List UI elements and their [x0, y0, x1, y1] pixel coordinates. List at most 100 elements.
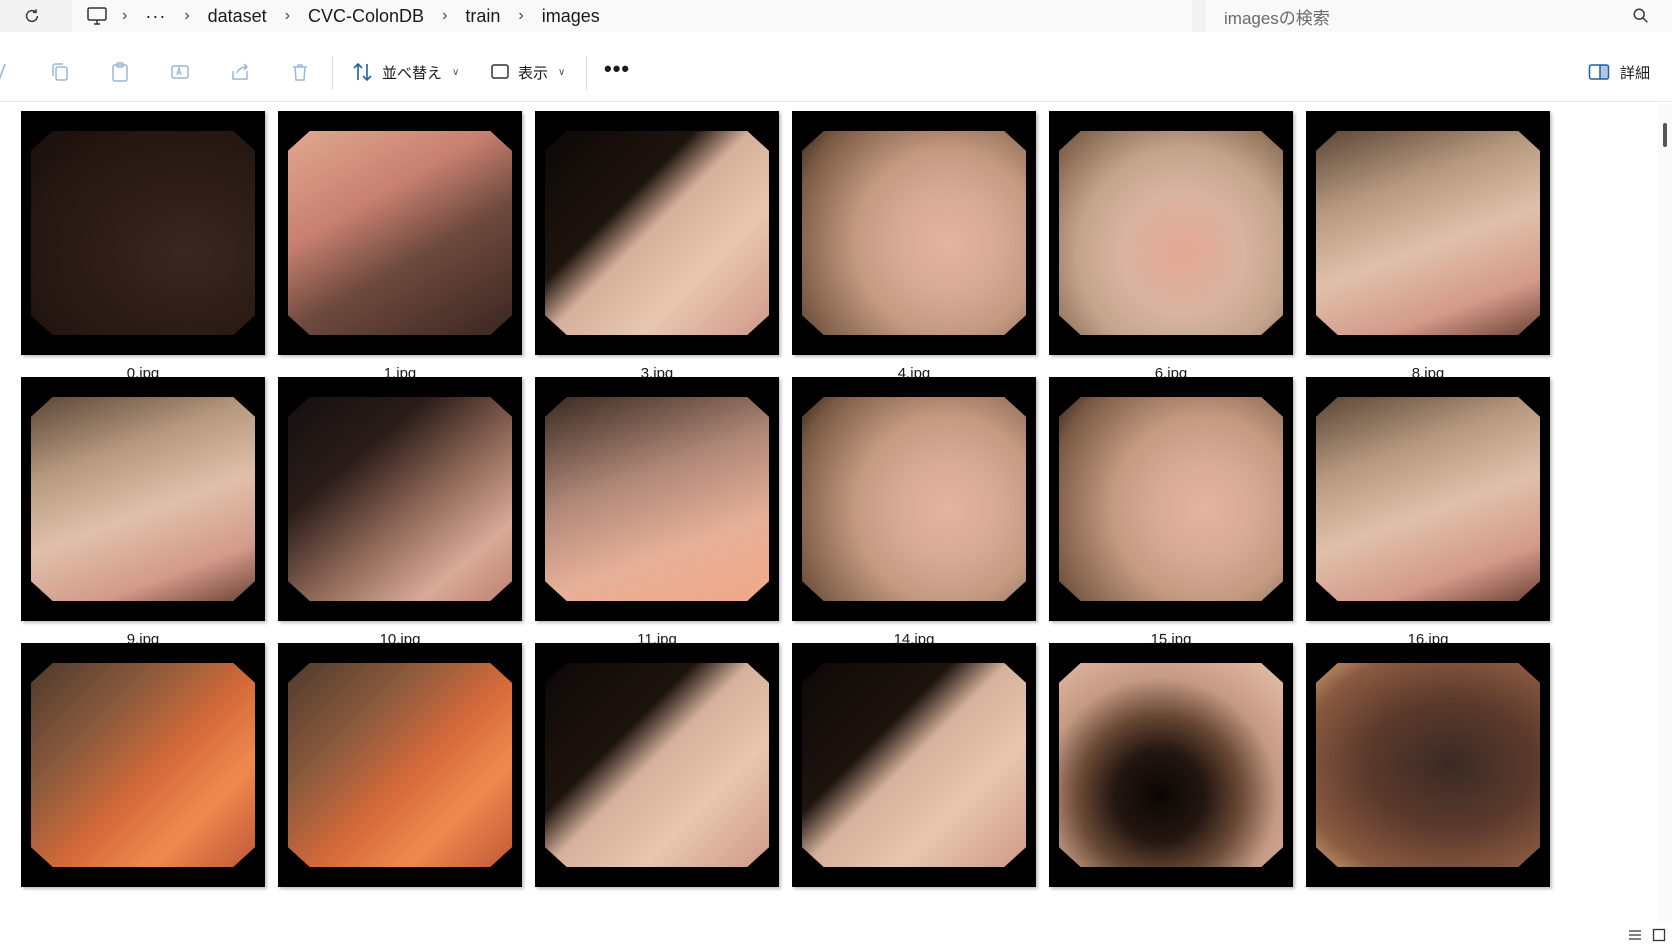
chevron-down-icon: ∨ — [452, 66, 460, 78]
this-pc-icon[interactable] — [86, 6, 108, 26]
file-thumbnail[interactable] — [21, 377, 265, 621]
endoscopy-image — [1315, 396, 1541, 602]
endoscopy-image — [30, 662, 256, 868]
endoscopy-image — [544, 662, 770, 868]
view-icon — [491, 64, 509, 79]
endoscopy-image — [1058, 130, 1284, 336]
endoscopy-image — [801, 130, 1027, 336]
search-icon[interactable] — [1632, 7, 1650, 25]
file-thumbnail[interactable] — [1049, 643, 1293, 887]
file-thumbnail[interactable] — [792, 377, 1036, 621]
breadcrumb-item-dataset[interactable]: dataset — [204, 6, 271, 27]
file-thumbnail[interactable] — [535, 377, 779, 621]
toolbar-divider — [332, 56, 333, 90]
details-button[interactable]: 詳細 — [1588, 58, 1650, 86]
endoscopy-image — [544, 396, 770, 602]
refresh-icon — [25, 9, 39, 23]
command-bar: 並べ替え ∨ 表示 ∨ ••• 詳細 — [0, 42, 1672, 102]
chevron-right-icon[interactable]: › — [170, 7, 203, 25]
breadcrumb-item-cvc-colondb[interactable]: CVC-ColonDB — [304, 6, 428, 27]
chevron-down-icon: ∨ — [558, 66, 566, 78]
file-tile[interactable]: 10.jpg — [278, 377, 522, 648]
endoscopy-image — [1315, 662, 1541, 868]
file-tile[interactable]: 4.jpg — [792, 111, 1036, 382]
chevron-right-icon[interactable]: › — [504, 7, 537, 25]
file-tile[interactable]: 16.jpg — [1306, 377, 1550, 648]
file-tile[interactable]: 15.jpg — [1049, 377, 1293, 648]
file-tile[interactable] — [1306, 643, 1550, 887]
endoscopy-image — [1315, 130, 1541, 336]
endoscopy-image — [801, 396, 1027, 602]
file-thumbnail[interactable] — [1306, 111, 1550, 355]
scrollbar-thumb[interactable] — [1663, 123, 1667, 147]
file-thumbnail[interactable] — [278, 643, 522, 887]
copy-icon[interactable] — [48, 60, 72, 84]
details-pane-icon — [1588, 64, 1610, 80]
file-thumbnail[interactable] — [792, 643, 1036, 887]
breadcrumb-item-images[interactable]: images — [538, 6, 604, 27]
file-tile[interactable] — [1049, 643, 1293, 887]
file-thumbnail[interactable] — [792, 111, 1036, 355]
share-icon[interactable] — [228, 60, 252, 84]
chevron-right-icon[interactable]: › — [108, 7, 141, 25]
file-tile[interactable] — [21, 643, 265, 887]
chevron-right-icon[interactable]: › — [428, 7, 461, 25]
file-tile[interactable]: 8.jpg — [1306, 111, 1550, 382]
file-tile[interactable]: 0.jpg — [21, 111, 265, 382]
file-tile[interactable]: 3.jpg — [535, 111, 779, 382]
endoscopy-image — [30, 396, 256, 602]
file-thumbnail[interactable] — [1049, 111, 1293, 355]
file-thumbnail[interactable] — [21, 111, 265, 355]
file-thumbnail[interactable] — [1049, 377, 1293, 621]
list-view-icon[interactable] — [1628, 928, 1642, 942]
file-thumbnail[interactable] — [1306, 377, 1550, 621]
breadcrumb-overflow-button[interactable]: ··· — [141, 6, 170, 27]
file-thumbnail[interactable] — [278, 111, 522, 355]
toolbar-divider — [586, 56, 587, 90]
endoscopy-image — [1058, 662, 1284, 868]
sort-icon — [353, 62, 372, 82]
file-grid: 0.jpg 1.jpg 3.jpg 4.jpg 6.jpg 8.jpg 9.jpg 10.jp… — [0, 103, 1658, 946]
file-tile[interactable] — [278, 643, 522, 887]
delete-icon[interactable] — [288, 60, 312, 84]
file-thumbnail[interactable] — [535, 643, 779, 887]
file-tile[interactable]: 9.jpg — [21, 377, 265, 648]
breadcrumb[interactable]: › ··· › dataset › CVC-ColonDB › train › … — [72, 0, 1192, 32]
view-button[interactable]: 表示 ∨ — [490, 58, 565, 86]
endoscopy-image — [30, 130, 256, 336]
cut-icon[interactable] — [0, 60, 14, 84]
endoscopy-image — [287, 662, 513, 868]
breadcrumb-item-train[interactable]: train — [461, 6, 504, 27]
endoscopy-image — [801, 662, 1027, 868]
view-label: 表示 — [518, 64, 549, 82]
vertical-scrollbar[interactable] — [1658, 103, 1672, 923]
details-label: 詳細 — [1619, 64, 1650, 82]
sort-label: 並べ替え — [382, 64, 443, 82]
file-tile[interactable] — [535, 643, 779, 887]
refresh-button[interactable] — [20, 4, 44, 28]
file-thumbnail[interactable] — [21, 643, 265, 887]
endoscopy-image — [287, 130, 513, 336]
file-tile[interactable] — [792, 643, 1036, 887]
sort-button[interactable]: 並べ替え ∨ — [352, 58, 459, 86]
file-grid-area: 0.jpg 1.jpg 3.jpg 4.jpg 6.jpg 8.jpg 9.jpg 10.jp… — [0, 103, 1658, 946]
search-box[interactable]: imagesの検索 — [1206, 0, 1672, 32]
file-tile[interactable]: 6.jpg — [1049, 111, 1293, 382]
file-thumbnail[interactable] — [535, 111, 779, 355]
file-tile[interactable]: 11.jpg — [535, 377, 779, 648]
file-tile[interactable]: 1.jpg — [278, 111, 522, 382]
address-bar-row: › ··· › dataset › CVC-ColonDB › train › … — [0, 0, 1672, 32]
chevron-right-icon[interactable]: › — [271, 7, 304, 25]
thumbnail-view-icon[interactable] — [1652, 928, 1666, 942]
search-input[interactable]: imagesの検索 — [1224, 4, 1330, 29]
view-mode-switcher — [1628, 928, 1666, 942]
endoscopy-image — [287, 396, 513, 602]
endoscopy-image — [1058, 396, 1284, 602]
file-thumbnail[interactable] — [1306, 643, 1550, 887]
more-options-button[interactable]: ••• — [604, 56, 630, 82]
paste-icon[interactable] — [108, 60, 132, 84]
file-tile[interactable]: 14.jpg — [792, 377, 1036, 648]
file-thumbnail[interactable] — [278, 377, 522, 621]
rename-icon[interactable] — [168, 60, 192, 84]
endoscopy-image — [544, 130, 770, 336]
